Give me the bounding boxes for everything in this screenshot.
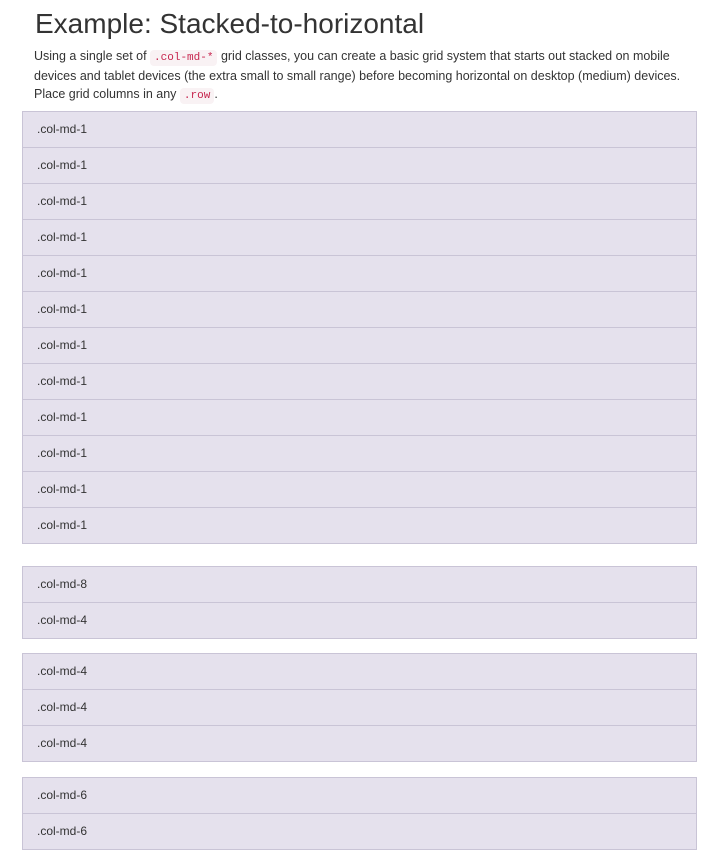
description-text-1: Using a single set of	[34, 49, 151, 63]
grid-column: .col-md-8	[22, 566, 697, 603]
grid-column: .col-md-4	[22, 725, 697, 762]
grid-row-4: .col-md-6 .col-md-6	[22, 777, 697, 850]
grid-column: .col-md-4	[22, 602, 697, 639]
grid-row-3: .col-md-4 .col-md-4 .col-md-4	[22, 653, 697, 762]
grid-column: .col-md-1	[22, 471, 697, 508]
grid-column: .col-md-1	[22, 147, 697, 184]
grid-column: .col-md-1	[22, 111, 697, 148]
grid-column: .col-md-1	[22, 255, 697, 292]
grid-column: .col-md-1	[22, 183, 697, 220]
grid-column: .col-md-1	[22, 507, 697, 544]
grid-column: .col-md-4	[22, 689, 697, 726]
grid-column: .col-md-4	[22, 653, 697, 690]
code-row: .row	[179, 87, 215, 104]
description-text-3: .	[214, 86, 218, 101]
grid-column: .col-md-1	[22, 291, 697, 328]
grid-column: .col-md-1	[22, 435, 697, 472]
grid-row-2: .col-md-8 .col-md-4	[22, 566, 697, 639]
grid-row-1: .col-md-1 .col-md-1 .col-md-1 .col-md-1 …	[22, 111, 697, 544]
grid-column: .col-md-6	[22, 777, 697, 814]
grid-column: .col-md-1	[22, 399, 697, 436]
grid-column: .col-md-6	[22, 813, 697, 850]
description-paragraph: Using a single set of .col-md-* grid cla…	[34, 48, 696, 105]
code-col-md: .col-md-*	[150, 50, 218, 66]
grid-column: .col-md-1	[22, 327, 697, 364]
page: Example: Stacked-to-horizontal Using a s…	[0, 0, 714, 861]
grid-column: .col-md-1	[22, 363, 697, 400]
page-title: Example: Stacked-to-horizontal	[35, 8, 425, 39]
grid-column: .col-md-1	[22, 219, 697, 256]
